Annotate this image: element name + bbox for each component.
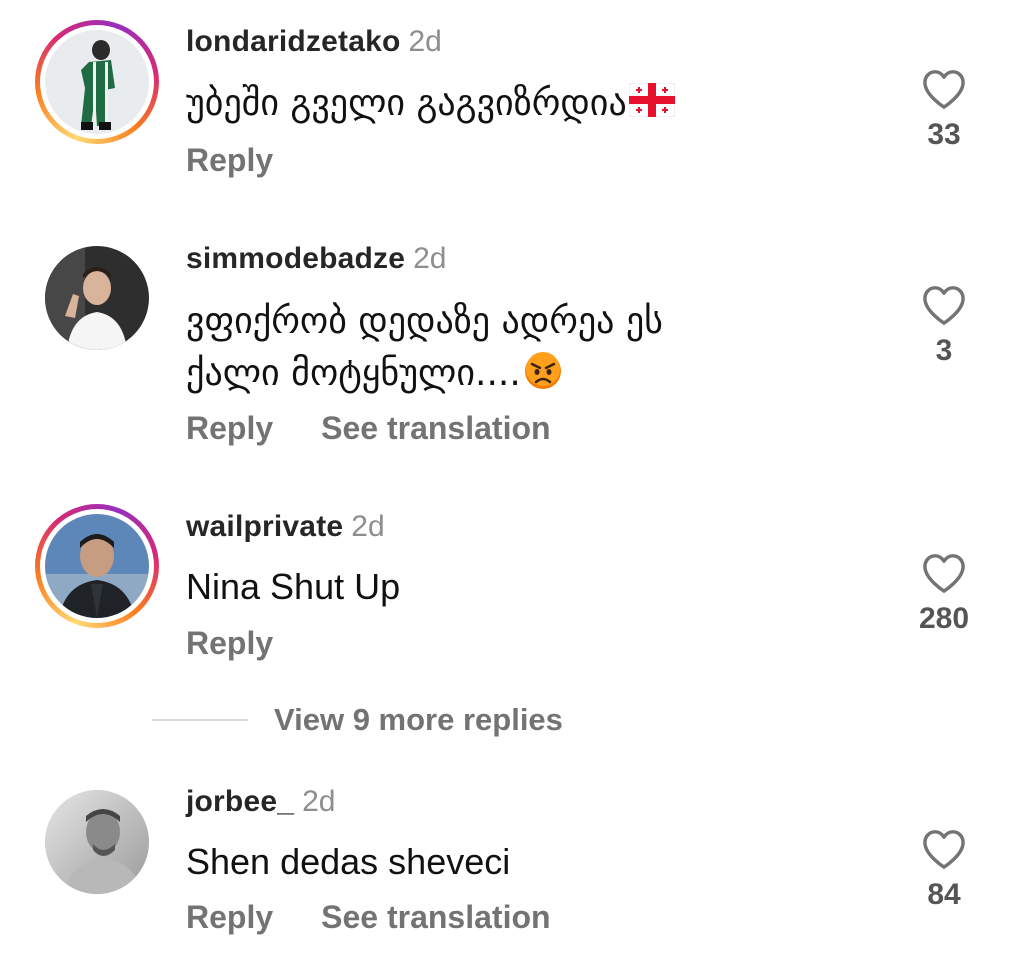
like-count: 3 [935, 334, 953, 367]
view-more-replies[interactable]: View 9 more replies [152, 700, 563, 740]
comment-text-line: ვფიქრობ დედაზე ადრეა ეს [186, 301, 663, 342]
like-control: 280 [884, 552, 1004, 636]
comment-time: 2d [351, 510, 385, 543]
avatar [45, 246, 149, 350]
view-more-replies-label[interactable]: View 9 more replies [274, 702, 563, 738]
avatar-wrapper[interactable] [35, 236, 159, 360]
username[interactable]: jorbee_ [186, 785, 294, 818]
like-count: 33 [927, 118, 961, 151]
like-control: 33 [884, 68, 1004, 152]
comment-time: 2d [408, 25, 442, 58]
see-translation-button[interactable]: See translation [321, 899, 550, 936]
avatar-wrapper[interactable] [35, 780, 159, 904]
see-translation-button[interactable]: See translation [321, 410, 550, 447]
avatar [45, 790, 149, 894]
comment-time: 2d [302, 785, 336, 818]
avatar [45, 514, 149, 618]
avatar-story-ring[interactable] [35, 504, 159, 628]
comment-text-content: ქალი მოტყნული.... [186, 353, 521, 394]
angry-face-icon [523, 351, 563, 406]
comment-text: Shen dedas sheveci [186, 841, 511, 882]
comment-text: ვფიქრობ დედაზე ადრეა ეს ქალი მოტყნული...… [186, 296, 663, 406]
heart-outline-icon[interactable] [921, 828, 967, 870]
divider-line [152, 719, 248, 721]
like-control: 84 [884, 828, 1004, 912]
like-count: 280 [918, 602, 970, 635]
comment-text-content: უბეში გველი გაგვიზრდია [186, 83, 627, 124]
georgia-flag-icon [628, 80, 676, 132]
comment-text: Nina Shut Up [186, 566, 401, 607]
username[interactable]: londaridzetako [186, 25, 401, 58]
reply-button[interactable]: Reply [186, 142, 273, 179]
heart-outline-icon[interactable] [921, 552, 967, 594]
comment-time: 2d [413, 242, 447, 275]
avatar-story-ring[interactable] [35, 20, 159, 144]
heart-outline-icon[interactable] [921, 284, 967, 326]
comment-text-line: ქალი მოტყნული.... [186, 348, 663, 406]
comment-text: უბეში გველი გაგვიზრდია [186, 78, 676, 132]
reply-button[interactable]: Reply [186, 625, 273, 662]
avatar [45, 30, 149, 134]
like-count: 84 [927, 878, 961, 911]
username[interactable]: simmodebadze [186, 242, 405, 275]
reply-button[interactable]: Reply [186, 410, 273, 447]
heart-outline-icon[interactable] [921, 68, 967, 110]
username[interactable]: wailprivate [186, 510, 343, 543]
reply-button[interactable]: Reply [186, 899, 273, 936]
like-control: 3 [884, 284, 1004, 368]
